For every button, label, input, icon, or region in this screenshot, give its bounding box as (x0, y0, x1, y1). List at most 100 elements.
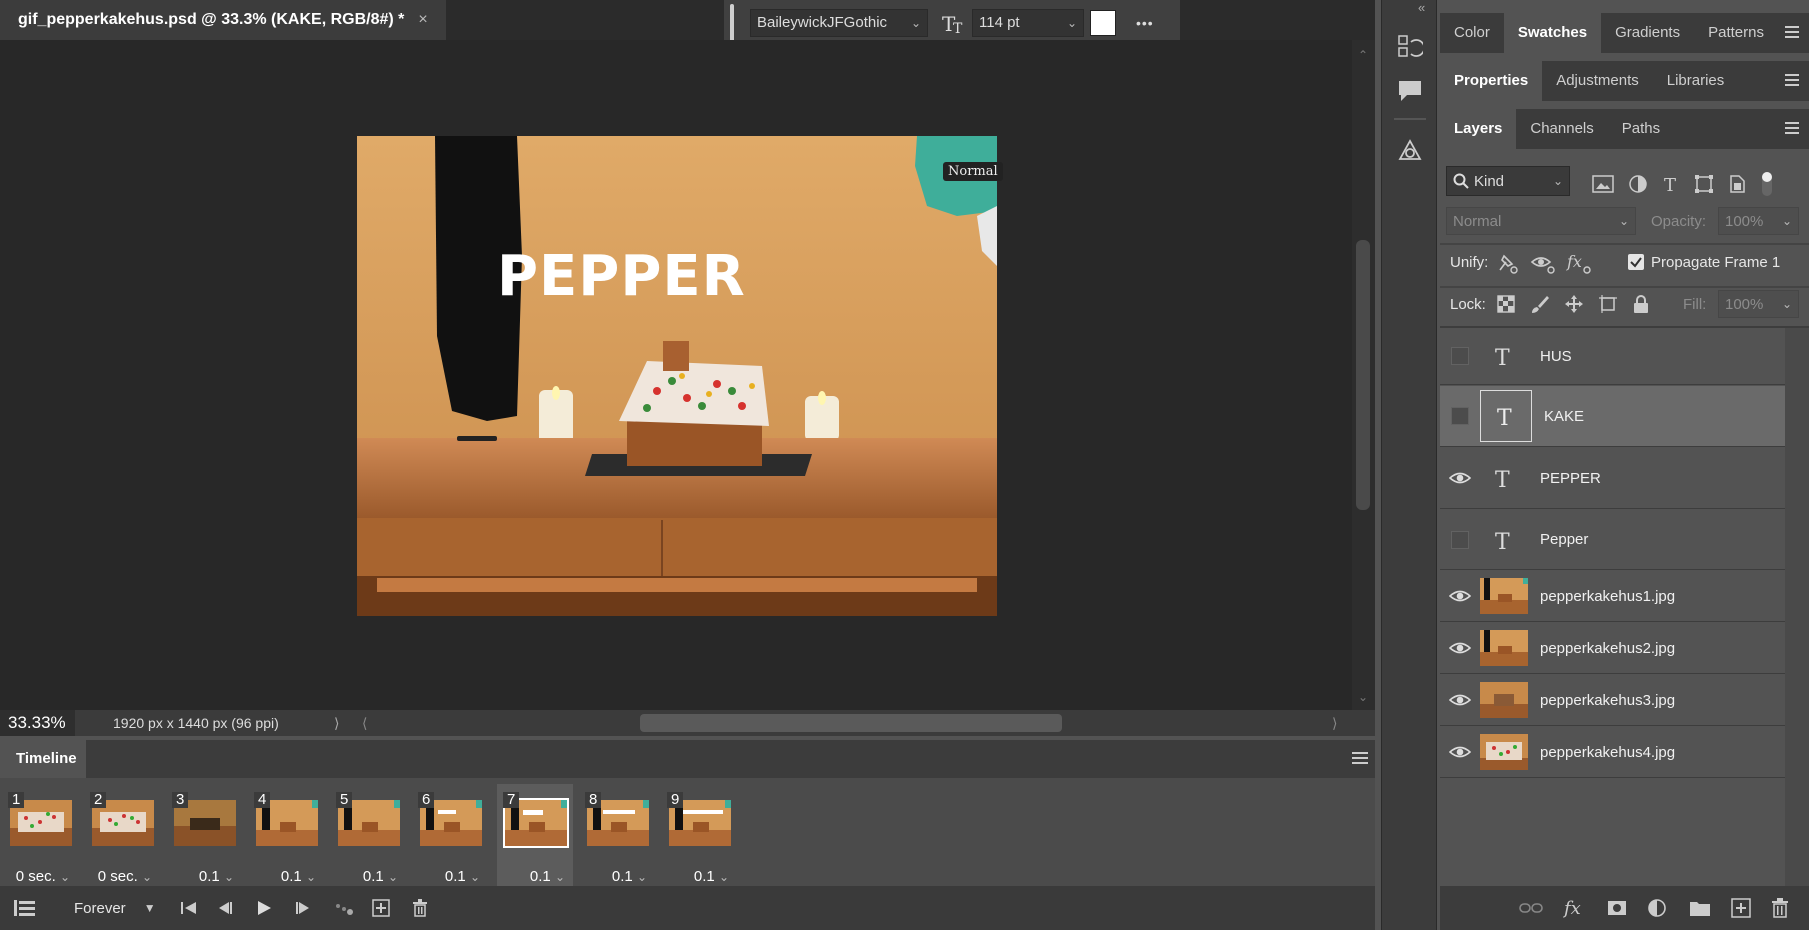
add-mask-icon[interactable] (1607, 899, 1627, 917)
layer-row-pepper[interactable]: T Pepper (1440, 510, 1785, 570)
eye-icon[interactable] (1440, 623, 1480, 673)
tab-paths[interactable]: Paths (1608, 109, 1674, 149)
propagate-checkbox[interactable] (1628, 254, 1644, 270)
lock-pixels-brush-icon[interactable] (1530, 294, 1550, 314)
unify-position-icon[interactable] (1496, 252, 1520, 274)
layers-scrollbar[interactable] (1785, 328, 1809, 886)
scroll-down-icon[interactable]: ⌄ (1358, 690, 1368, 704)
timeline-frame-9[interactable]: 9 0.1 ⌄ (661, 784, 737, 886)
document-info[interactable]: 1920 px x 1440 px (96 ppi) (113, 715, 279, 731)
duplicate-frame-icon[interactable] (371, 899, 390, 917)
layer-visibility-toggle[interactable] (1440, 386, 1480, 446)
image-filter-icon[interactable] (1592, 174, 1614, 194)
delete-layer-icon[interactable] (1771, 898, 1789, 918)
frame-delay[interactable]: 0.1 ⌄ (694, 868, 729, 885)
timeline-frame-7[interactable]: 7 0.1 ⌄ (497, 784, 573, 886)
history-panel-icon[interactable] (1397, 34, 1423, 60)
document-tab[interactable]: gif_pepperkakehus.psd @ 33.3% (KAKE, RGB… (0, 0, 446, 40)
canvas-text-pepper[interactable]: PEPPER (497, 244, 746, 309)
timeline-frame-3[interactable]: 3 0.1 ⌄ (166, 784, 242, 886)
adjustment-filter-icon[interactable] (1628, 174, 1648, 194)
timeline-frame-2[interactable]: 2 0 sec. ⌄ (84, 784, 160, 886)
tab-timeline[interactable]: Timeline (0, 740, 86, 778)
fill-field[interactable]: 100% ⌄ (1718, 290, 1799, 318)
tab-adjustments[interactable]: Adjustments (1542, 61, 1653, 101)
frame-delay[interactable]: 0.1 ⌄ (612, 868, 647, 885)
lock-position-move-icon[interactable] (1564, 294, 1584, 314)
eye-icon[interactable] (1440, 675, 1480, 725)
new-group-folder-icon[interactable] (1689, 899, 1711, 917)
document-canvas-image[interactable] (357, 136, 997, 616)
tab-libraries[interactable]: Libraries (1653, 61, 1739, 101)
frame-delay[interactable]: 0.1 ⌄ (445, 868, 480, 885)
timeline-frame-8[interactable]: 8 0.1 ⌄ (579, 784, 655, 886)
scroll-right-icon[interactable]: ⟩ (1332, 715, 1337, 732)
frame-delay[interactable]: 0.1 ⌄ (281, 868, 316, 885)
play-icon[interactable] (256, 900, 272, 916)
layer-visibility-toggle[interactable] (1440, 510, 1480, 569)
type-filter-icon[interactable]: T (1662, 174, 1680, 194)
lock-artboard-icon[interactable] (1598, 294, 1618, 314)
link-layers-icon[interactable] (1519, 901, 1543, 915)
more-options-icon[interactable]: ••• (1136, 15, 1154, 31)
tab-gradients[interactable]: Gradients (1601, 13, 1694, 53)
eye-icon[interactable] (1440, 727, 1480, 777)
zoom-level[interactable]: 33.33% (0, 710, 75, 736)
frame-delay[interactable]: 0 sec. ⌄ (16, 868, 70, 885)
font-family-dropdown[interactable]: BaileywickJFGothic ⌄ (750, 8, 928, 37)
status-menu-arrow-icon[interactable]: ⟩ (334, 715, 339, 732)
timeline-frame-5[interactable]: 5 0.1 ⌄ (330, 784, 406, 886)
tab-color[interactable]: Color (1440, 13, 1504, 53)
layer-row-image-4[interactable]: pepperkakehus4.jpg (1440, 727, 1785, 778)
text-color-swatch[interactable] (1090, 9, 1116, 36)
layer-row-hus[interactable]: T HUS (1440, 328, 1785, 385)
loop-dropdown[interactable]: Forever ▼ (74, 900, 156, 917)
opacity-field[interactable]: 100% ⌄ (1718, 207, 1799, 235)
unify-visibility-icon[interactable] (1530, 252, 1556, 274)
unify-style-icon[interactable]: fx (1566, 252, 1592, 274)
frame-delay[interactable]: 0.1 ⌄ (363, 868, 398, 885)
tab-channels[interactable]: Channels (1516, 109, 1607, 149)
layer-row-pepper-upper[interactable]: T PEPPER (1440, 448, 1785, 509)
scroll-left-icon[interactable]: ⟨ (362, 715, 367, 732)
adjustment-layer-icon[interactable] (1647, 898, 1669, 918)
blend-mode-dropdown[interactable]: Normal ⌄ (1446, 207, 1636, 235)
eye-icon[interactable] (1440, 448, 1480, 508)
first-frame-icon[interactable] (180, 900, 198, 916)
scroll-up-icon[interactable]: ⌃ (1358, 48, 1368, 62)
layer-visibility-toggle[interactable] (1440, 328, 1480, 384)
new-layer-icon[interactable] (1731, 898, 1751, 918)
filter-toggle-icon[interactable] (1760, 170, 1774, 198)
timeline-frame-1[interactable]: 1 0 sec. ⌄ (2, 784, 78, 886)
layer-row-image-2[interactable]: pepperkakehus2.jpg (1440, 623, 1785, 674)
comments-panel-icon[interactable] (1397, 78, 1423, 104)
panel-menu-icon[interactable] (1785, 122, 1799, 134)
collapse-dock-icon[interactable]: « (1418, 0, 1425, 15)
timeline-frame-6[interactable]: 6 0.1 ⌄ (412, 784, 488, 886)
font-size-dropdown[interactable]: 114 pt ⌄ (972, 8, 1084, 37)
tab-properties[interactable]: Properties (1440, 61, 1543, 101)
frame-delay[interactable]: 0 sec. ⌄ (98, 868, 152, 885)
tab-layers[interactable]: Layers (1440, 109, 1517, 149)
layer-row-image-1[interactable]: pepperkakehus1.jpg (1440, 571, 1785, 622)
vertical-scroll-thumb[interactable] (1356, 240, 1370, 510)
close-tab-icon[interactable]: × (418, 11, 427, 29)
layer-style-fx-icon[interactable]: fx (1563, 898, 1587, 918)
lock-transparent-icon[interactable] (1496, 294, 1516, 314)
convert-timeline-icon[interactable] (14, 898, 36, 918)
layer-row-kake[interactable]: T KAKE (1440, 386, 1785, 447)
panel-menu-icon[interactable] (1785, 74, 1799, 86)
tab-swatches[interactable]: Swatches (1503, 13, 1602, 53)
frame-delay[interactable]: 0.1 ⌄ (199, 868, 234, 885)
delete-frame-icon[interactable] (412, 899, 428, 917)
tab-patterns[interactable]: Patterns (1694, 13, 1778, 53)
horizontal-scroll-thumb[interactable] (640, 714, 1062, 732)
lock-all-icon[interactable] (1632, 294, 1650, 314)
tween-icon[interactable] (334, 900, 354, 916)
next-frame-icon[interactable] (294, 900, 312, 916)
brush-settings-panel-icon[interactable] (1397, 137, 1423, 163)
drag-grip[interactable] (730, 3, 734, 42)
previous-frame-icon[interactable] (216, 900, 234, 916)
eye-icon[interactable] (1440, 571, 1480, 621)
timeline-menu-icon[interactable] (1352, 751, 1368, 765)
